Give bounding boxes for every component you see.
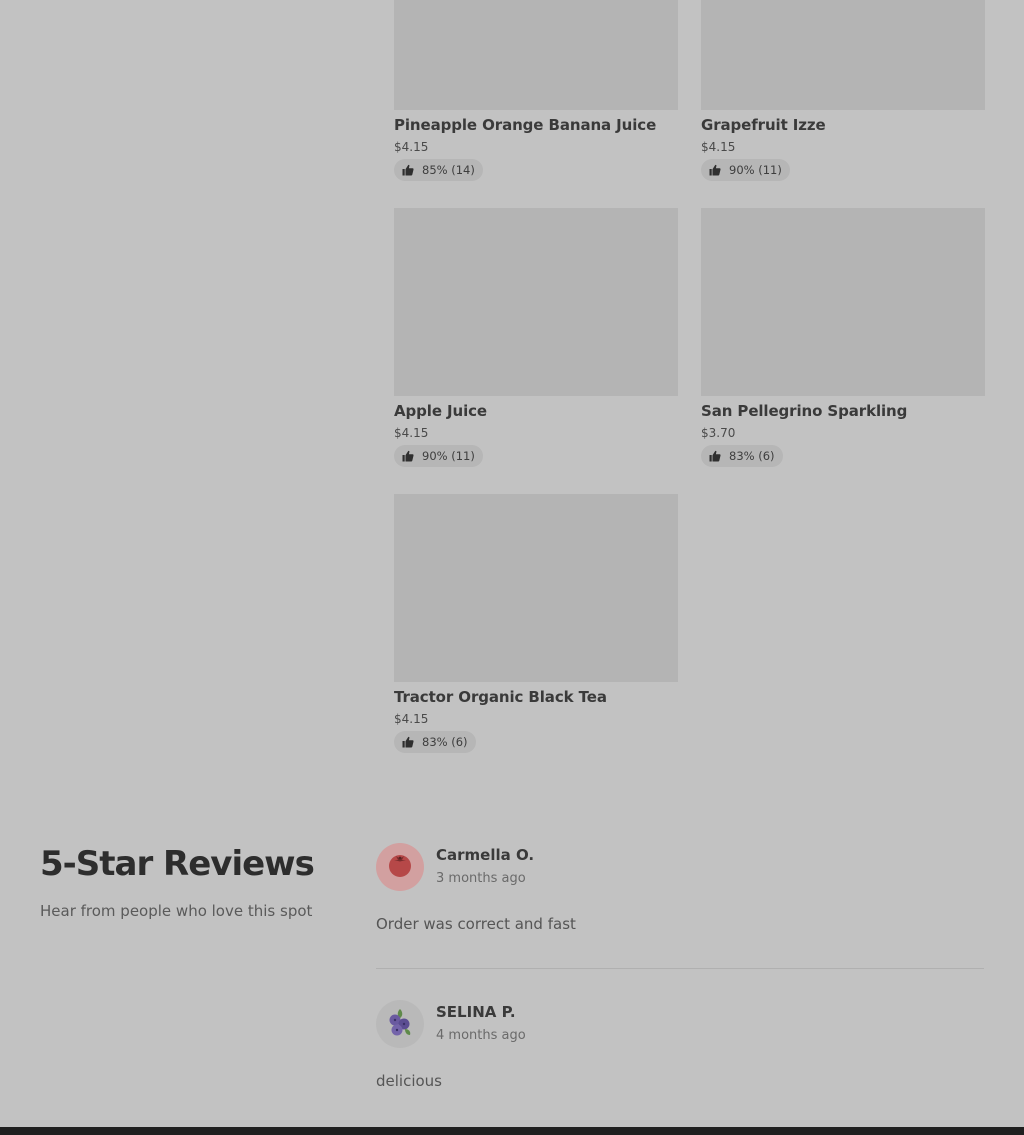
menu-item-price: $4.15 xyxy=(394,426,429,440)
menu-item-price: $4.15 xyxy=(394,140,429,154)
menu-item-card[interactable]: San Pellegrino Sparkling $3.70 83% (6) xyxy=(701,208,985,467)
rating-text: 83% (6) xyxy=(729,449,775,463)
menu-item-card[interactable]: Pineapple Orange Banana Juice $4.15 85% … xyxy=(394,0,678,181)
menu-item-name: San Pellegrino Sparkling xyxy=(701,402,908,420)
blueberry-icon xyxy=(386,1007,414,1041)
menu-item-price: $3.70 xyxy=(701,426,736,440)
review-author: SELINA P. xyxy=(436,1003,516,1021)
reviews-title: 5-Star Reviews xyxy=(40,844,315,884)
review-date: 3 months ago xyxy=(436,871,526,886)
menu-item-name: Tractor Organic Black Tea xyxy=(394,688,607,706)
menu-item-image[interactable] xyxy=(394,208,678,396)
menu-item-name: Apple Juice xyxy=(394,402,487,420)
rating-text: 90% (11) xyxy=(729,163,782,177)
reviews-subtitle: Hear from people who love this spot xyxy=(40,902,313,920)
menu-item-name: Pineapple Orange Banana Juice xyxy=(394,116,657,134)
avatar xyxy=(376,843,424,891)
rating-text: 85% (14) xyxy=(422,163,475,177)
menu-item-card[interactable]: Tractor Organic Black Tea $4.15 83% (6) xyxy=(394,494,678,753)
thumbs-up-icon xyxy=(709,450,721,462)
menu-item-card[interactable]: Apple Juice $4.15 90% (11) xyxy=(394,208,678,467)
avatar xyxy=(376,1000,424,1048)
rating-badge: 85% (14) xyxy=(394,159,483,181)
rating-badge: 90% (11) xyxy=(394,445,483,467)
review-item: SELINA P. 4 months ago delicious xyxy=(376,1000,984,1090)
review-author: Carmella O. xyxy=(436,846,535,864)
menu-item-price: $4.15 xyxy=(394,712,429,726)
thumbs-up-icon xyxy=(402,736,414,748)
review-divider xyxy=(376,968,984,969)
rating-badge: 83% (6) xyxy=(701,445,783,467)
menu-item-image[interactable] xyxy=(701,208,985,396)
footer-edge xyxy=(0,1127,1024,1135)
menu-item-image[interactable] xyxy=(701,0,985,110)
reviews-header: 5-Star Reviews Hear from people who love… xyxy=(40,844,315,920)
review-date: 4 months ago xyxy=(436,1028,526,1043)
menu-item-image[interactable] xyxy=(394,494,678,682)
thumbs-up-icon xyxy=(402,450,414,462)
rating-text: 83% (6) xyxy=(422,735,468,749)
menu-item-price: $4.15 xyxy=(701,140,736,154)
thumbs-up-icon xyxy=(709,164,721,176)
menu-item-image[interactable] xyxy=(394,0,678,110)
review-item: Carmella O. 3 months ago Order was corre… xyxy=(376,843,984,933)
rating-badge: 83% (6) xyxy=(394,731,476,753)
menu-item-name: Grapefruit Izze xyxy=(701,116,826,134)
menu-item-card[interactable]: Grapefruit Izze $4.15 90% (11) xyxy=(701,0,985,181)
rating-badge: 90% (11) xyxy=(701,159,790,181)
thumbs-up-icon xyxy=(402,164,414,176)
tomato-icon xyxy=(387,852,413,882)
review-text: Order was correct and fast xyxy=(376,915,576,933)
review-text: delicious xyxy=(376,1072,442,1090)
rating-text: 90% (11) xyxy=(422,449,475,463)
